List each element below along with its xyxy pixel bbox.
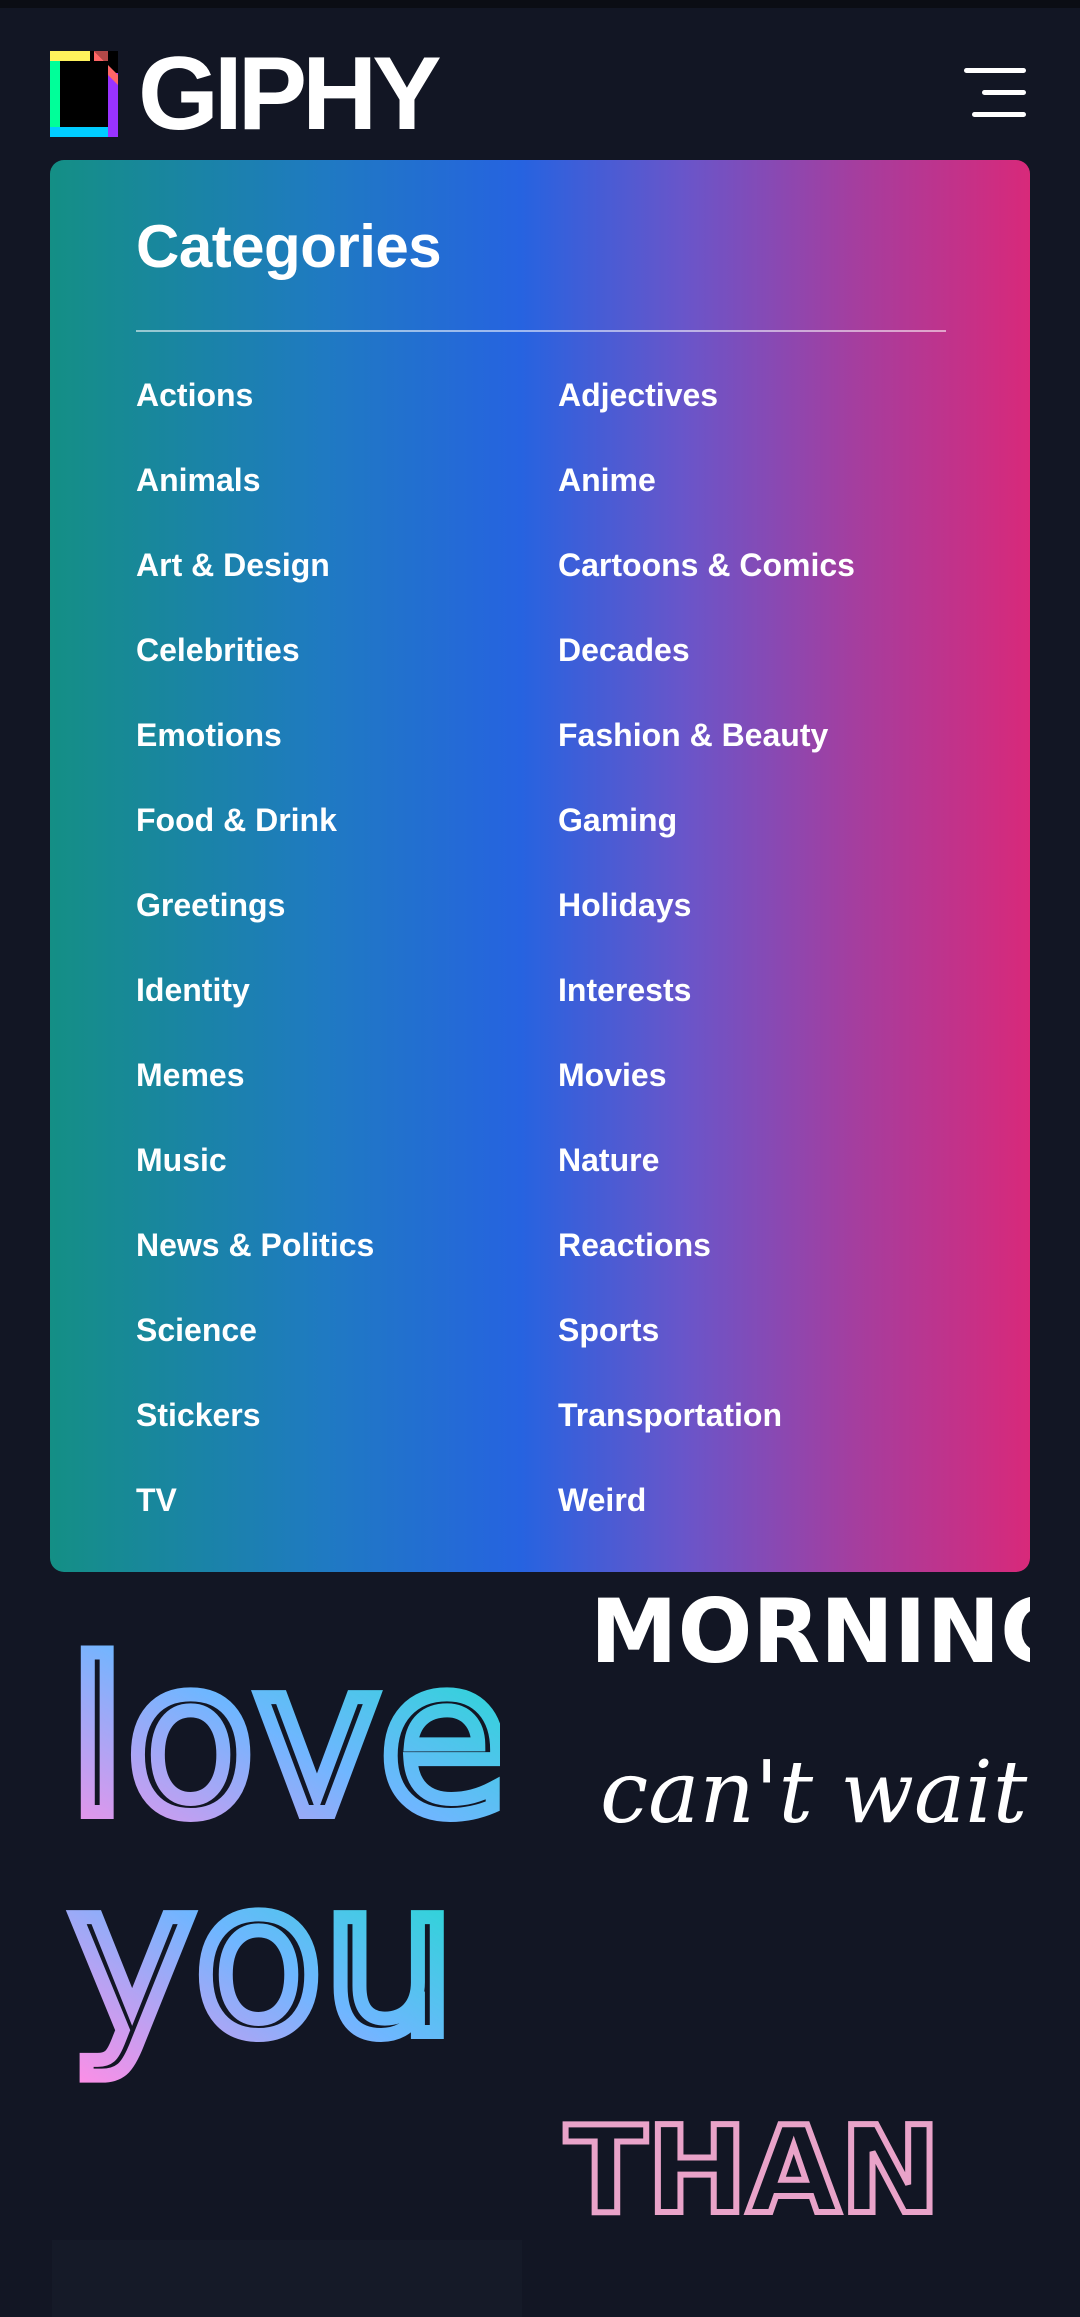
category-link-celebrities[interactable]: Celebrities xyxy=(136,631,558,716)
category-link-weird[interactable]: Weird xyxy=(558,1481,980,1566)
category-link-gaming[interactable]: Gaming xyxy=(558,801,980,886)
title-divider xyxy=(136,330,946,332)
category-link-food-drink[interactable]: Food & Drink xyxy=(136,801,558,886)
category-link-cartoons-comics[interactable]: Cartoons & Comics xyxy=(558,546,980,631)
category-link-fashion-beauty[interactable]: Fashion & Beauty xyxy=(558,716,980,801)
categories-panel: Categories Actions Adjectives Animals Anime… xyxy=(50,160,1030,1572)
category-link-science[interactable]: Science xyxy=(136,1311,558,1396)
category-link-emotions[interactable]: Emotions xyxy=(136,716,558,801)
category-link-greetings[interactable]: Greetings xyxy=(136,886,558,971)
categories-grid: Actions Adjectives Animals Anime Art & Desig… xyxy=(136,376,996,1566)
gif-morning[interactable]: MORNING xyxy=(570,1572,1030,1692)
gif-placeholder-card[interactable] xyxy=(52,2240,522,2317)
hamburger-menu-icon[interactable] xyxy=(964,68,1026,118)
category-link-sports[interactable]: Sports xyxy=(558,1311,980,1396)
gif-than[interactable]: THAN xyxy=(555,2072,935,2242)
category-link-memes[interactable]: Memes xyxy=(136,1056,558,1141)
than-text: THAN xyxy=(565,2102,935,2241)
category-link-holidays[interactable]: Holidays xyxy=(558,886,980,971)
category-link-stickers[interactable]: Stickers xyxy=(136,1396,558,1481)
brand-wordmark: GIPHY xyxy=(138,36,442,152)
category-link-music[interactable]: Music xyxy=(136,1141,558,1226)
category-link-reactions[interactable]: Reactions xyxy=(558,1226,980,1311)
categories-title: Categories xyxy=(136,213,442,280)
status-strip xyxy=(0,0,1080,8)
category-link-adjectives[interactable]: Adjectives xyxy=(558,376,980,461)
site-header: GIPHY xyxy=(0,8,1080,158)
category-link-actions[interactable]: Actions xyxy=(136,376,558,461)
category-link-movies[interactable]: Movies xyxy=(558,1056,980,1141)
gif-feed: love you MORNING can't wait! THAN xyxy=(0,1572,1080,2317)
category-link-nature[interactable]: Nature xyxy=(558,1141,980,1226)
giphy-logo-icon xyxy=(50,51,118,137)
giphy-logo[interactable]: GIPHY xyxy=(50,42,442,146)
gif-cant-wait[interactable]: can't wait! xyxy=(580,1722,1030,1862)
category-link-tv[interactable]: TV xyxy=(136,1481,558,1566)
category-link-anime[interactable]: Anime xyxy=(558,461,980,546)
category-link-identity[interactable]: Identity xyxy=(136,971,558,1056)
category-link-animals[interactable]: Animals xyxy=(136,461,558,546)
category-link-news-politics[interactable]: News & Politics xyxy=(136,1226,558,1311)
category-link-transportation[interactable]: Transportation xyxy=(558,1396,980,1481)
category-link-decades[interactable]: Decades xyxy=(558,631,980,716)
cant-wait-text: can't wait! xyxy=(600,1743,1030,1843)
gif-love-you[interactable]: love you xyxy=(60,1592,500,2112)
love-text: love xyxy=(68,1617,500,1862)
category-link-art-design[interactable]: Art & Design xyxy=(136,546,558,631)
category-link-interests[interactable]: Interests xyxy=(558,971,980,1056)
morning-text: MORNING xyxy=(590,1580,1030,1683)
you-text: you xyxy=(70,1837,456,2082)
